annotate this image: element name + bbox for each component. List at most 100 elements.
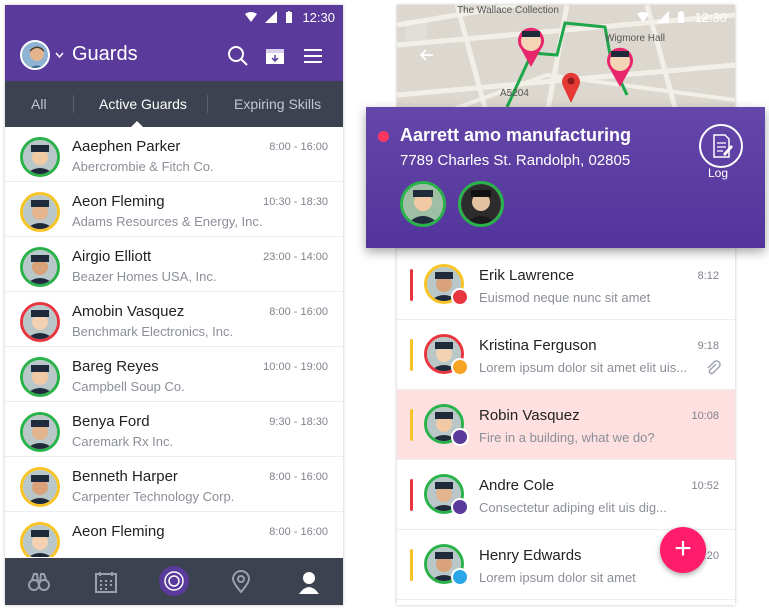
guard-map-pin[interactable] — [516, 27, 546, 67]
back-arrow-icon[interactable] — [419, 47, 435, 63]
guard-name: Airgio Elliott — [72, 248, 152, 265]
signal-icon — [265, 11, 277, 23]
status-badge — [451, 358, 469, 376]
sender-name: Erik Lawrence — [479, 267, 575, 284]
log-button[interactable] — [699, 124, 743, 168]
guard-shift-time: 8:00 - 16:00 — [269, 471, 328, 483]
profile-icon[interactable] — [297, 570, 321, 594]
sender-name: Robin Vasquez — [479, 407, 580, 424]
guard-row[interactable]: Aaephen Parker Abercrombie & Fitch Co. 8:0… — [5, 127, 343, 182]
chat-screen: The Wallace Collection Wigmore Hall A520… — [397, 5, 735, 605]
guard-avatar — [20, 522, 60, 557]
map-label: A5204 — [500, 88, 529, 99]
guard-name: Amobin Vasquez — [72, 303, 185, 320]
tab-divider — [207, 95, 208, 113]
battery-icon — [286, 11, 292, 23]
guard-name: Aeon Fleming — [72, 523, 165, 540]
guard-avatar — [20, 412, 60, 452]
search-icon[interactable] — [227, 45, 249, 67]
guards-list: Aaephen Parker Abercrombie & Fitch Co. 8:0… — [5, 127, 343, 557]
status-bar: 12:30 — [5, 5, 343, 29]
tab-divider — [73, 95, 74, 113]
archive-icon[interactable] — [264, 45, 286, 67]
guard-row[interactable]: Aeon Fleming 8:00 - 16:00 — [5, 512, 343, 557]
guard-name: Benneth Harper — [72, 468, 178, 485]
guard-shift-time: 23:00 - 14:00 — [263, 251, 328, 263]
guard-company: Adams Resources & Energy, Inc. — [72, 214, 263, 229]
message-preview: Lorem ipsum dolor sit amet — [479, 570, 636, 585]
message-time: 10:52 — [691, 480, 719, 492]
menu-icon[interactable] — [302, 45, 324, 67]
status-dot — [378, 131, 389, 142]
page-title: Guards — [72, 43, 138, 65]
location-marker-icon[interactable] — [561, 71, 581, 103]
document-icon — [713, 134, 733, 158]
guard-shift-time: 10:30 - 18:30 — [263, 196, 328, 208]
user-avatar[interactable] — [20, 40, 50, 70]
home-button[interactable] — [159, 566, 189, 596]
message-preview: Euismod neque nunc sit amet — [479, 290, 651, 305]
guard-row[interactable]: Airgio Elliott Beazer Homes USA, Inc. 23:0… — [5, 237, 343, 292]
guard-row[interactable]: Benya Ford Caremark Rx Inc. 9:30 - 18:30 — [5, 402, 343, 457]
guard-name: Aeon Fleming — [72, 193, 165, 210]
tab-expiring-skills[interactable]: Expiring Skills — [234, 96, 321, 112]
message-time: 8:12 — [697, 270, 719, 282]
guard-shift-time: 9:30 - 18:30 — [269, 416, 328, 428]
message-row[interactable]: Kristina Ferguson Lorem ipsum dolor sit a… — [397, 320, 735, 390]
new-message-button[interactable]: + — [660, 527, 706, 573]
binoculars-icon[interactable] — [27, 570, 51, 594]
sender-name: Andre Cole — [479, 477, 555, 494]
message-preview: Consectetur adiping elit uis dig... — [479, 500, 667, 515]
status-time: 12:30 — [694, 10, 727, 25]
message-row[interactable]: Andre Cole Consectetur adiping elit uis d… — [397, 460, 735, 530]
log-label: Log — [708, 166, 729, 180]
guard-avatar — [20, 192, 60, 232]
priority-bar — [410, 479, 413, 511]
assigned-guard-avatar[interactable] — [458, 181, 504, 227]
guard-row[interactable]: Benneth Harper Carpenter Technology Corp.… — [5, 457, 343, 512]
message-row[interactable]: Robin Vasquez Fire in a building, what we… — [397, 390, 735, 460]
status-badge — [451, 498, 469, 516]
guards-screen: 12:30 Guards All Active Guards Expiring … — [5, 5, 343, 605]
sender-name: Kristina Ferguson — [479, 337, 597, 354]
tab-all[interactable]: All — [31, 96, 47, 112]
map-view[interactable]: The Wallace Collection Wigmore Hall A520… — [397, 5, 735, 117]
guard-name: Benya Ford — [72, 413, 150, 430]
chevron-down-icon[interactable] — [55, 52, 64, 58]
guard-shift-time: 8:00 - 16:00 — [269, 526, 328, 538]
sender-name: Henry Edwards — [479, 547, 582, 564]
priority-bar — [410, 549, 413, 581]
guard-avatar — [20, 137, 60, 177]
tab-active-guards[interactable]: Active Guards — [99, 96, 187, 112]
site-address: 7789 Charles St. Randolph, 02805 — [400, 152, 631, 169]
guard-company: Campbell Soup Co. — [72, 379, 185, 394]
battery-icon — [678, 11, 684, 23]
wifi-icon — [637, 12, 649, 22]
guard-row[interactable]: Amobin Vasquez Benchmark Electronics, Inc… — [5, 292, 343, 347]
message-time: 10:08 — [691, 410, 719, 422]
guard-row[interactable]: Aeon Fleming Adams Resources & Energy, In… — [5, 182, 343, 237]
location-pin-icon[interactable] — [229, 570, 253, 594]
guard-avatar — [20, 357, 60, 397]
message-time: 9:18 — [697, 340, 719, 352]
message-row[interactable]: Erik Lawrence Euismod neque nunc sit amet… — [397, 250, 735, 320]
map-label: Wigmore Hall — [605, 33, 666, 44]
bottom-navigation — [5, 558, 343, 605]
guard-shift-time: 8:00 - 16:00 — [269, 141, 328, 153]
guard-row[interactable]: Bareg Reyes Campbell Soup Co. 10:00 - 19:0… — [5, 347, 343, 402]
priority-bar — [410, 409, 413, 441]
guard-company: Caremark Rx Inc. — [72, 434, 174, 449]
calendar-icon[interactable] — [94, 570, 118, 594]
status-bar: 12:30 — [397, 5, 735, 29]
paperclip-icon — [705, 360, 721, 381]
site-card[interactable]: Aarrett amo manufacturing 7789 Charles S… — [366, 107, 765, 248]
guard-avatar — [20, 247, 60, 287]
status-badge — [451, 568, 469, 586]
guard-avatar — [20, 467, 60, 507]
guard-shift-time: 8:00 - 16:00 — [269, 306, 328, 318]
guard-map-pin[interactable] — [605, 47, 635, 87]
assigned-guard-avatar[interactable] — [400, 181, 446, 227]
status-badge — [451, 288, 469, 306]
guard-company: Benchmark Electronics, Inc. — [72, 324, 234, 339]
priority-bar — [410, 269, 413, 301]
